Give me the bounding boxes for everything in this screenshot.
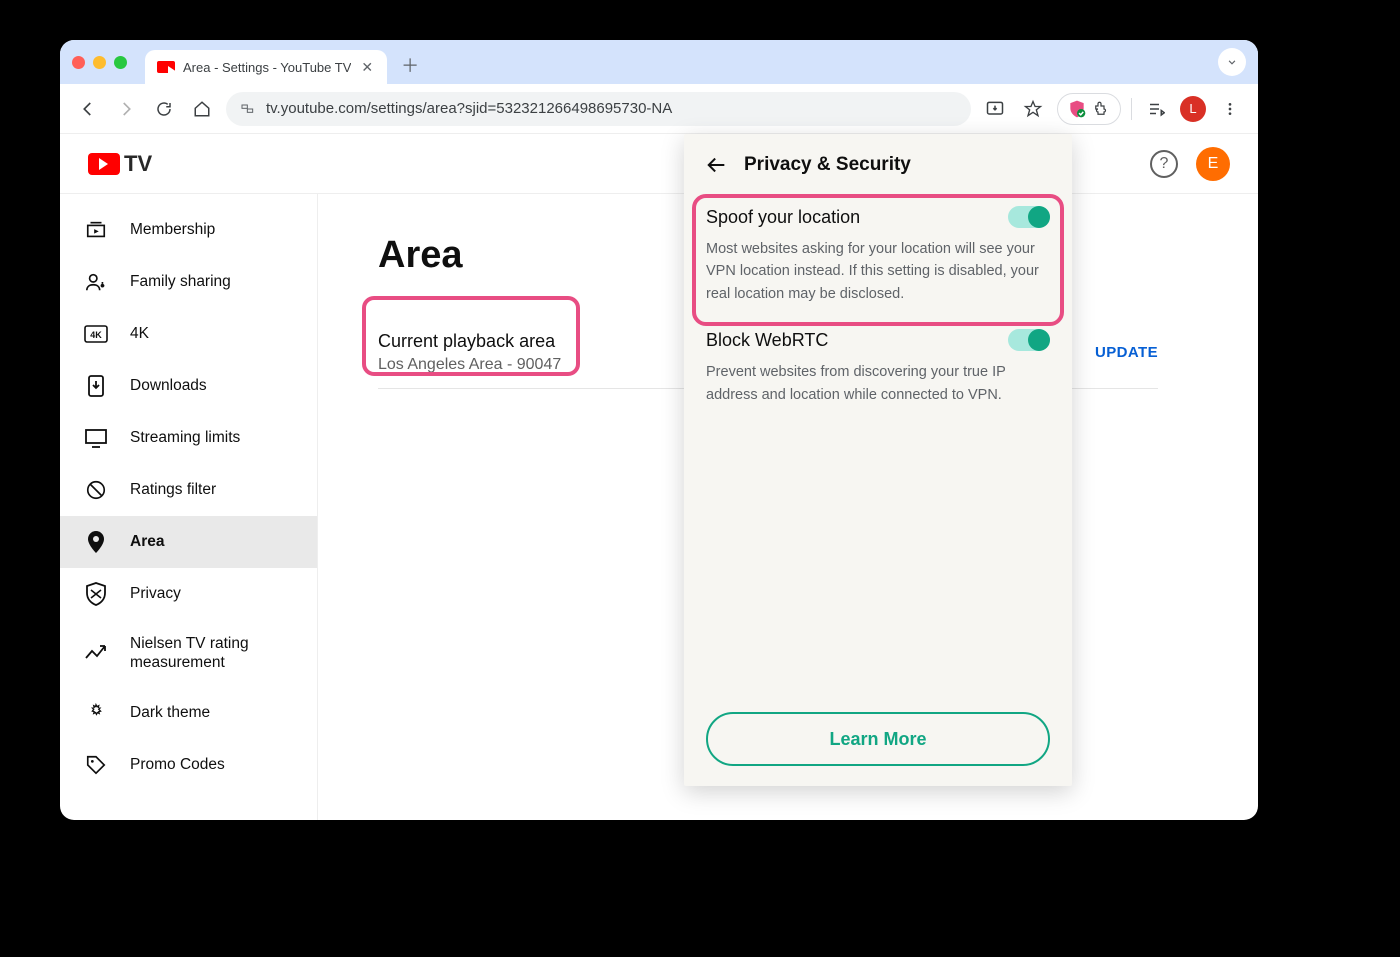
shield-icon: [84, 582, 108, 606]
family-icon: [84, 270, 108, 294]
theme-icon: [84, 701, 108, 725]
block-webrtc-toggle[interactable]: [1008, 329, 1050, 351]
titlebar: Area - Settings - YouTube TV ✕ ＋: [60, 40, 1258, 84]
app-body: Membership Family sharing 4K 4K Download…: [60, 194, 1258, 820]
sidebar-item-downloads[interactable]: Downloads: [60, 360, 317, 412]
tab-title: Area - Settings - YouTube TV: [183, 60, 351, 75]
card-title: Current playback area: [378, 331, 561, 352]
vpn-extension-button[interactable]: [1066, 98, 1088, 120]
setting-title: Block WebRTC: [706, 330, 828, 351]
extension-popup: Privacy & Security Spoof your location M…: [684, 134, 1072, 786]
vpn-shield-icon: [1067, 99, 1087, 119]
svg-text:4K: 4K: [90, 330, 102, 340]
arrow-left-icon: [79, 100, 97, 118]
setting-spoof-location: Spoof your location Most websites asking…: [684, 192, 1072, 315]
maximize-window[interactable]: [114, 56, 127, 69]
sidebar-item-area[interactable]: Area: [60, 516, 317, 568]
home-icon: [193, 100, 211, 118]
site-info-icon[interactable]: [240, 101, 256, 117]
sidebar-item-privacy[interactable]: Privacy: [60, 568, 317, 620]
tag-icon: [84, 753, 108, 777]
sidebar-item-4k[interactable]: 4K 4K: [60, 308, 317, 360]
update-button[interactable]: UPDATE: [1095, 344, 1158, 361]
browser-profile[interactable]: L: [1180, 96, 1206, 122]
sidebar-item-promo-codes[interactable]: Promo Codes: [60, 739, 317, 791]
browser-window: Area - Settings - YouTube TV ✕ ＋ tv.yout…: [60, 40, 1258, 820]
reload-icon: [155, 100, 173, 118]
help-button[interactable]: ?: [1150, 150, 1178, 178]
youtube-icon: [88, 153, 120, 175]
bookmark-button[interactable]: [1019, 95, 1047, 123]
nav-back-button[interactable]: [74, 95, 102, 123]
app-header: TV ? E: [60, 134, 1258, 194]
browser-tab[interactable]: Area - Settings - YouTube TV ✕: [145, 50, 387, 84]
sidebar: Membership Family sharing 4K 4K Download…: [60, 194, 318, 820]
sidebar-item-family-sharing[interactable]: Family sharing: [60, 256, 317, 308]
location-icon: [84, 530, 108, 554]
chevron-down-icon: [1225, 55, 1239, 69]
extensions-button[interactable]: [1090, 98, 1112, 120]
media-icon: [1147, 100, 1165, 118]
block-icon: [84, 478, 108, 502]
setting-description: Most websites asking for your location w…: [706, 238, 1050, 305]
arrow-left-icon: [706, 154, 728, 176]
tab-overflow-button[interactable]: [1218, 48, 1246, 76]
setting-block-webrtc: Block WebRTC Prevent websites from disco…: [684, 315, 1072, 416]
sidebar-item-streaming-limits[interactable]: Streaming limits: [60, 412, 317, 464]
install-app-button[interactable]: [981, 95, 1009, 123]
reload-button[interactable]: [150, 95, 178, 123]
browser-toolbar: tv.youtube.com/settings/area?sjid=532321…: [60, 84, 1258, 134]
question-icon: ?: [1160, 155, 1169, 173]
install-icon: [985, 99, 1005, 119]
popup-title: Privacy & Security: [744, 154, 911, 176]
home-button[interactable]: [188, 95, 216, 123]
youtube-tv-logo[interactable]: TV: [88, 151, 152, 177]
minimize-window[interactable]: [93, 56, 106, 69]
sidebar-item-dark-theme[interactable]: Dark theme: [60, 687, 317, 739]
trending-icon: [84, 641, 108, 665]
close-window[interactable]: [72, 56, 85, 69]
learn-more-button[interactable]: Learn More: [706, 712, 1050, 766]
new-tab-button[interactable]: ＋: [401, 52, 419, 78]
browser-menu-button[interactable]: [1216, 95, 1244, 123]
setting-title: Spoof your location: [706, 207, 860, 228]
popup-back-button[interactable]: [706, 154, 728, 176]
media-control-button[interactable]: [1142, 95, 1170, 123]
spoof-location-toggle[interactable]: [1008, 206, 1050, 228]
address-bar[interactable]: tv.youtube.com/settings/area?sjid=532321…: [226, 92, 971, 126]
sidebar-item-ratings-filter[interactable]: Ratings filter: [60, 464, 317, 516]
puzzle-icon: [1092, 100, 1110, 118]
4k-icon: 4K: [84, 322, 108, 346]
setting-description: Prevent websites from discovering your t…: [706, 361, 1050, 406]
youtube-icon: [157, 61, 175, 73]
close-tab-icon[interactable]: ✕: [359, 59, 375, 76]
download-icon: [84, 374, 108, 398]
window-controls: [72, 56, 127, 69]
monitor-icon: [84, 426, 108, 450]
account-avatar[interactable]: E: [1196, 147, 1230, 181]
star-icon: [1023, 99, 1043, 119]
arrow-right-icon: [117, 100, 135, 118]
extensions-group: [1057, 93, 1121, 125]
sidebar-item-nielsen[interactable]: Nielsen TV rating measurement: [60, 620, 317, 687]
nav-forward-button[interactable]: [112, 95, 140, 123]
kebab-icon: [1222, 101, 1238, 117]
sidebar-item-membership[interactable]: Membership: [60, 204, 317, 256]
url-text: tv.youtube.com/settings/area?sjid=532321…: [266, 100, 672, 117]
membership-icon: [84, 218, 108, 242]
card-value: Los Angeles Area - 90047: [378, 356, 561, 374]
